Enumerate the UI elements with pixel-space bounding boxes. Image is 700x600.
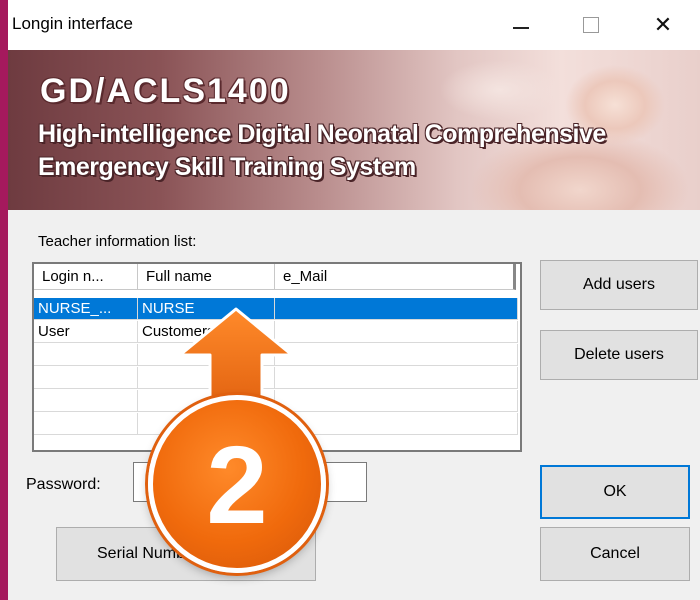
list-header: Login n... Full name e_Mail [34,264,520,292]
cell-email [275,321,518,343]
ok-button[interactable]: OK [540,465,690,519]
banner-title-line2: Emergency Skill Training System [38,153,416,181]
column-header-login[interactable]: Login n... [34,264,138,290]
teacher-list-label: Teacher information list: [38,233,197,250]
banner-product-code: GD/ACLS1400 [40,72,291,110]
step-number: 2 [206,424,268,547]
column-header-email[interactable]: e_Mail [275,264,516,290]
minimize-button[interactable] [494,0,548,50]
cell-email [275,298,518,320]
close-icon: ✕ [653,12,673,37]
minimize-icon [513,27,529,29]
column-header-full-name[interactable]: Full name [138,264,275,290]
product-banner: GD/ACLS1400 High-intelligence Digital Ne… [8,50,700,210]
maximize-icon [583,17,599,33]
password-label: Password: [26,476,101,493]
cell-login: NURSE_... [34,298,138,320]
cancel-button[interactable]: Cancel [540,527,690,581]
delete-users-button[interactable]: Delete users [540,330,698,380]
step-badge: 2 [148,395,326,573]
maximize-button[interactable] [564,0,618,50]
close-button[interactable]: ✕ [636,0,690,50]
login-window: Longin interface ✕ GD/ACLS1400 High-inte… [8,0,700,600]
cell-login: User [34,321,138,343]
window-title: Longin interface [12,14,133,33]
title-bar: Longin interface ✕ [8,0,700,50]
add-users-button[interactable]: Add users [540,260,698,310]
banner-title-line1: High-intelligence Digital Neonatal Compr… [38,120,606,148]
